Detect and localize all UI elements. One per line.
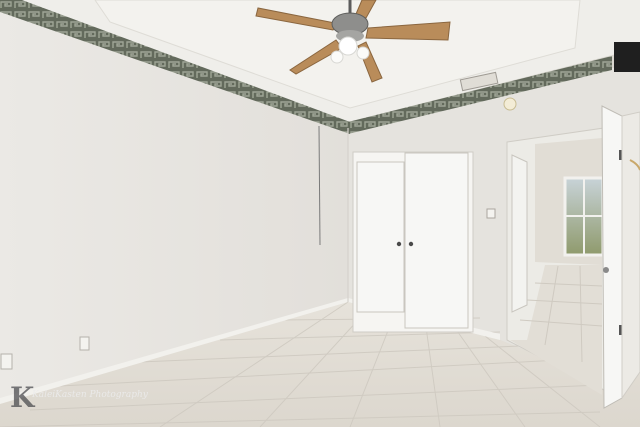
room-photo: K KaleiKasten Photography — [0, 0, 640, 427]
closet-knob-left — [396, 241, 402, 247]
watermark-logo-letter: K — [10, 381, 35, 414]
closet-door-right — [404, 152, 469, 329]
photographer-watermark: K KaleiKasten Photography — [10, 381, 148, 419]
wall-outlet-corner — [0, 353, 13, 370]
smoke-detector — [503, 97, 517, 111]
fan-light-left — [330, 50, 344, 64]
door-handle — [603, 267, 609, 273]
light-switch — [486, 208, 496, 219]
fan-light-center — [338, 36, 358, 56]
fan-light-right — [356, 46, 370, 60]
closet-door-left — [356, 161, 405, 313]
room-illustration — [0, 0, 640, 427]
closet-knob-right — [408, 241, 414, 247]
wall-speaker — [614, 42, 640, 72]
door-frame-right — [621, 111, 640, 400]
hallway-side-door — [511, 154, 528, 313]
wall-outlet — [79, 336, 90, 351]
watermark-text: KaleiKasten Photography — [32, 390, 148, 400]
